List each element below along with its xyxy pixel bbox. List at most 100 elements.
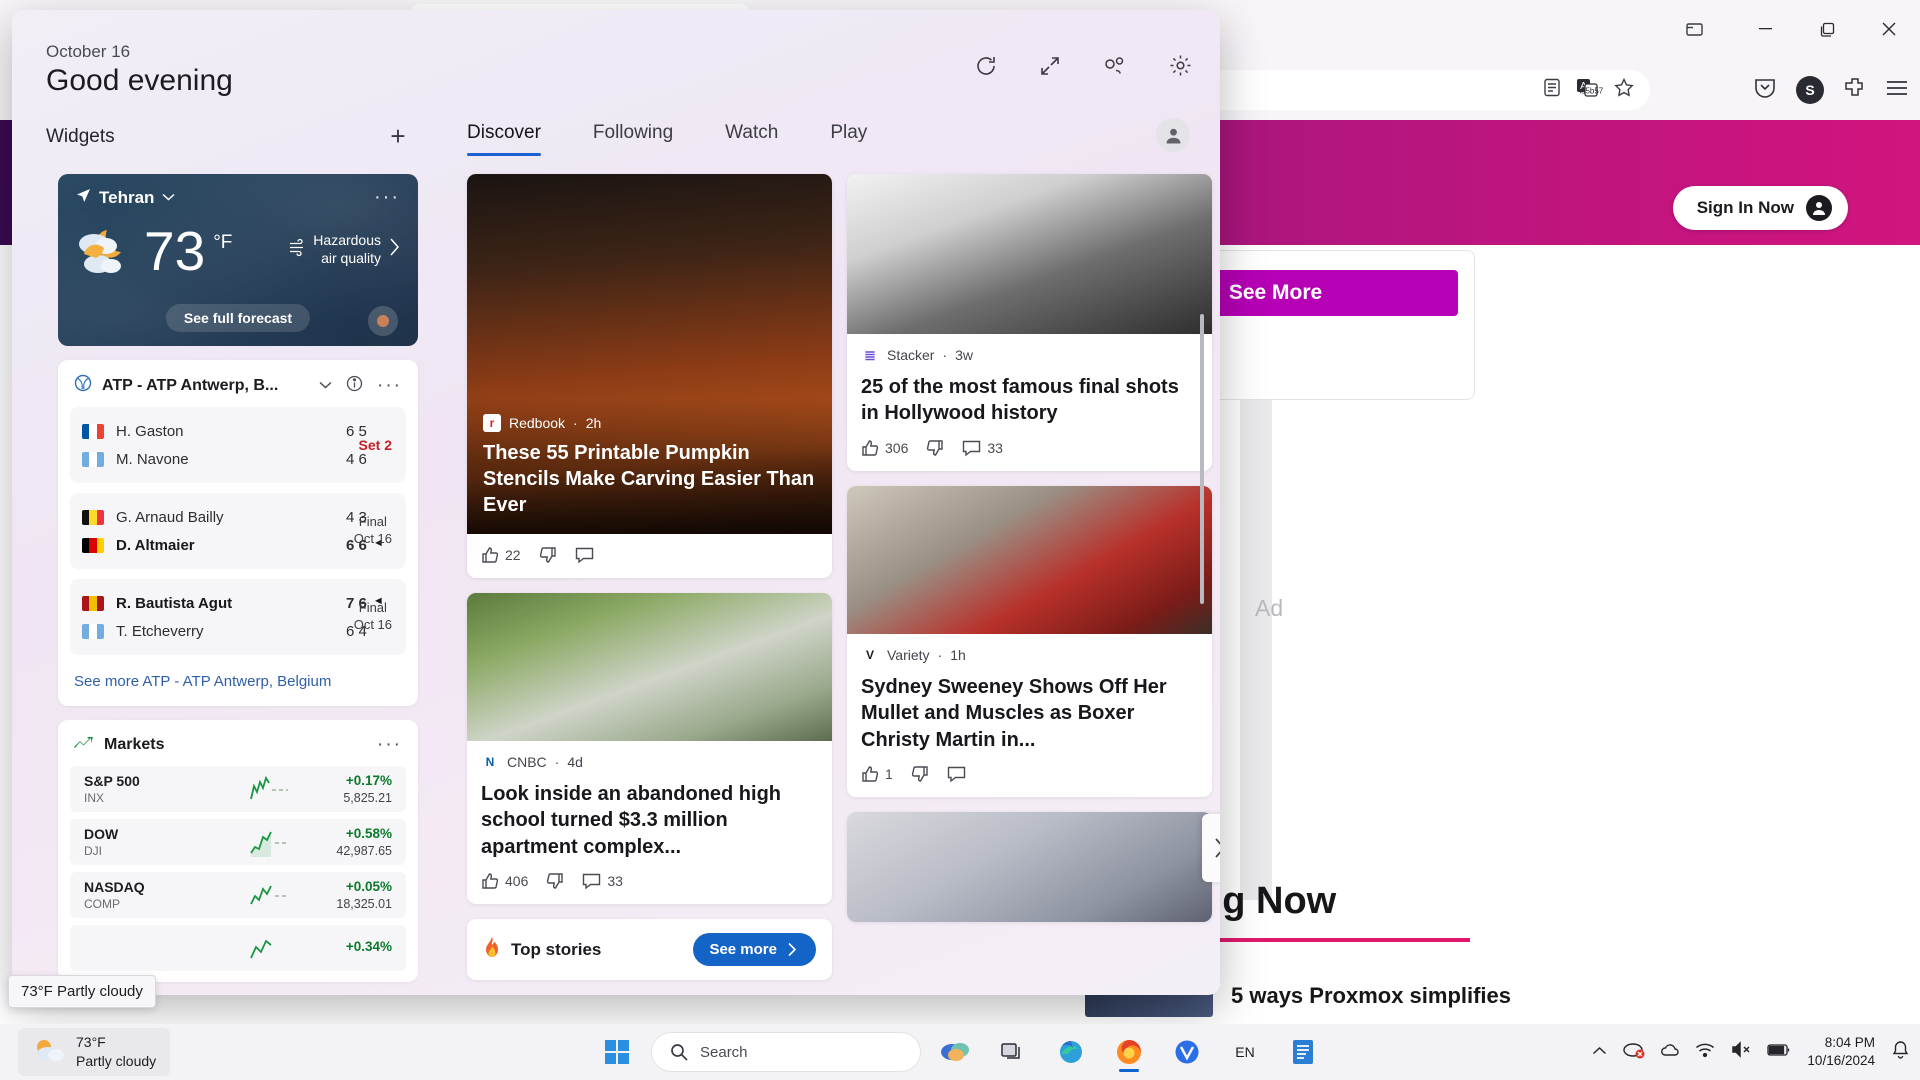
antivirus-icon[interactable] bbox=[1623, 1040, 1645, 1065]
news-card-sep: · bbox=[938, 647, 943, 663]
like-button[interactable]: 1 bbox=[861, 765, 893, 783]
comment-button[interactable] bbox=[947, 765, 966, 783]
market-row[interactable]: S&P 500 INX +0.17% 5,825.21 bbox=[70, 766, 406, 812]
top-stories-see-more-label: See more bbox=[709, 941, 777, 958]
tray-expand-icon[interactable] bbox=[1592, 1043, 1607, 1061]
taskbar-weather-widget[interactable]: 73°F Partly cloudy bbox=[18, 1028, 170, 1076]
see-full-forecast-button[interactable]: See full forecast bbox=[166, 304, 310, 332]
news-card[interactable]: V Variety · 1h Sydney Sweeney Shows Off … bbox=[847, 486, 1212, 797]
notepad-app-icon[interactable] bbox=[1279, 1030, 1327, 1074]
news-card-reactions: 306 33 bbox=[847, 427, 1212, 471]
gear-icon[interactable] bbox=[1169, 54, 1192, 77]
air-quality-text: Hazardous air quality bbox=[313, 232, 381, 267]
match-row[interactable]: G. Arnaud Bailly 4 3 D. Altmaier 6 6 ◄ bbox=[70, 493, 406, 569]
extensions-icon[interactable] bbox=[1844, 77, 1866, 103]
taskbar-clock[interactable]: 8:04 PM 10/16/2024 bbox=[1807, 1034, 1875, 1070]
firefox-browser-icon[interactable] bbox=[1105, 1030, 1153, 1074]
widgets-board: October 16 Good evening bbox=[12, 10, 1220, 995]
dislike-button[interactable] bbox=[539, 546, 557, 564]
market-row[interactable]: +0.34% bbox=[70, 925, 406, 971]
trending-up-icon bbox=[74, 735, 94, 756]
chevron-down-icon[interactable] bbox=[162, 189, 175, 207]
chevron-right-icon bbox=[1213, 838, 1221, 858]
info-icon[interactable] bbox=[346, 375, 363, 397]
vpn-app-icon[interactable] bbox=[1163, 1030, 1211, 1074]
see-more-sports-link[interactable]: See more ATP - ATP Antwerp, Belgium bbox=[58, 665, 418, 702]
top-stories-see-more-button[interactable]: See more bbox=[693, 933, 816, 966]
market-row[interactable]: NASDAQ COMP +0.05% 18,325.01 bbox=[70, 872, 406, 918]
match-status-date: Oct 16 bbox=[354, 617, 392, 634]
taskbar-weather-temp: 73°F bbox=[76, 1033, 156, 1052]
account-avatar[interactable]: S bbox=[1796, 76, 1824, 104]
feed-account-avatar[interactable] bbox=[1156, 118, 1190, 152]
start-button[interactable] bbox=[593, 1030, 641, 1074]
onedrive-icon[interactable] bbox=[1661, 1041, 1679, 1064]
news-card-source-line: ≣ Stacker · 3w bbox=[861, 346, 1198, 364]
news-card-source: CNBC bbox=[507, 754, 547, 770]
bookmark-star-icon[interactable] bbox=[1614, 78, 1634, 102]
svg-text:\u5b57: \u5b57 bbox=[1579, 87, 1604, 96]
news-card-partial[interactable] bbox=[847, 812, 1212, 922]
sports-more-button[interactable]: ··· bbox=[377, 375, 402, 397]
like-button[interactable]: 306 bbox=[861, 439, 908, 457]
expand-icon[interactable] bbox=[1039, 55, 1061, 77]
dislike-button[interactable] bbox=[926, 439, 944, 457]
news-card[interactable]: ≣ Stacker · 3w 25 of the most famous fin… bbox=[847, 174, 1212, 471]
news-card[interactable]: r Redbook · 2h These 55 Printable Pumpki… bbox=[467, 174, 832, 578]
reader-mode-icon[interactable] bbox=[1543, 78, 1561, 102]
feed-scrollbar[interactable] bbox=[1200, 314, 1204, 604]
match-row[interactable]: R. Bautista Agut 7 6 ◄ T. Etcheverry 6 4 bbox=[70, 579, 406, 655]
weather-location-row[interactable]: Tehran bbox=[76, 188, 175, 208]
wifi-icon[interactable] bbox=[1695, 1042, 1715, 1063]
markets-more-button[interactable]: ··· bbox=[377, 734, 402, 756]
tab-play[interactable]: Play bbox=[830, 122, 867, 156]
news-card[interactable]: N CNBC · 4d Look inside an abandoned hig… bbox=[467, 593, 832, 904]
refresh-icon[interactable] bbox=[975, 55, 997, 77]
match-row[interactable]: H. Gaston 6 5 M. Navone 4 6 Set 2 bbox=[70, 407, 406, 483]
player-name: T. Etcheverry bbox=[116, 623, 334, 640]
pocket-save-icon[interactable] bbox=[1754, 77, 1776, 103]
board-greeting: Good evening bbox=[46, 64, 233, 98]
tab-list-all-icon[interactable] bbox=[1668, 0, 1720, 58]
tab-discover[interactable]: Discover bbox=[467, 122, 541, 156]
weather-more-button[interactable]: ··· bbox=[374, 186, 400, 209]
like-button[interactable]: 22 bbox=[481, 546, 521, 564]
market-symbol: INX bbox=[84, 791, 248, 805]
comment-button[interactable] bbox=[575, 546, 594, 564]
dislike-button[interactable] bbox=[911, 765, 929, 783]
maximize-button[interactable] bbox=[1796, 0, 1858, 58]
app-menu-icon[interactable] bbox=[1886, 80, 1908, 101]
feed-tab-list: Discover Following Watch Play bbox=[467, 122, 867, 156]
tab-following[interactable]: Following bbox=[593, 122, 673, 156]
task-view-icon[interactable] bbox=[989, 1030, 1037, 1074]
personalize-icon[interactable] bbox=[1103, 55, 1127, 77]
volume-muted-icon[interactable] bbox=[1731, 1041, 1751, 1063]
battery-icon[interactable] bbox=[1767, 1043, 1791, 1062]
comment-button[interactable]: 33 bbox=[962, 439, 1003, 457]
taskbar-search-box[interactable]: Search bbox=[651, 1032, 921, 1072]
comment-button[interactable]: 33 bbox=[582, 872, 623, 890]
market-row[interactable]: DOW DJI +0.58% 42,987.65 bbox=[70, 819, 406, 865]
feed-next-button[interactable] bbox=[1202, 814, 1220, 882]
edge-browser-icon[interactable] bbox=[1047, 1030, 1095, 1074]
weather-widget[interactable]: Tehran ··· bbox=[58, 174, 418, 346]
news-card-image bbox=[847, 486, 1212, 634]
notification-center-icon[interactable] bbox=[1891, 1040, 1910, 1064]
translate-icon[interactable]: A \u5b57 bbox=[1577, 78, 1598, 102]
taskbar-weather-desc: Partly cloudy bbox=[76, 1052, 156, 1071]
copilot-icon[interactable] bbox=[931, 1030, 979, 1074]
minimize-button[interactable] bbox=[1734, 0, 1796, 58]
widgets-section-label: Widgets bbox=[46, 126, 115, 148]
add-widget-button[interactable]: + bbox=[384, 122, 412, 150]
dislike-button[interactable] bbox=[546, 872, 564, 890]
weather-city: Tehran bbox=[99, 188, 154, 208]
like-button[interactable]: 406 bbox=[481, 872, 528, 890]
tab-watch[interactable]: Watch bbox=[725, 122, 778, 156]
close-button[interactable] bbox=[1858, 0, 1920, 58]
news-card-time: 2h bbox=[586, 415, 602, 431]
taskbar-center-group: Search bbox=[593, 1030, 1327, 1074]
chevron-down-icon[interactable] bbox=[319, 377, 332, 395]
language-indicator[interactable]: EN bbox=[1221, 1030, 1269, 1074]
air-quality-link[interactable]: Hazardous air quality bbox=[289, 232, 400, 267]
sign-in-button[interactable]: Sign In Now bbox=[1673, 186, 1848, 230]
